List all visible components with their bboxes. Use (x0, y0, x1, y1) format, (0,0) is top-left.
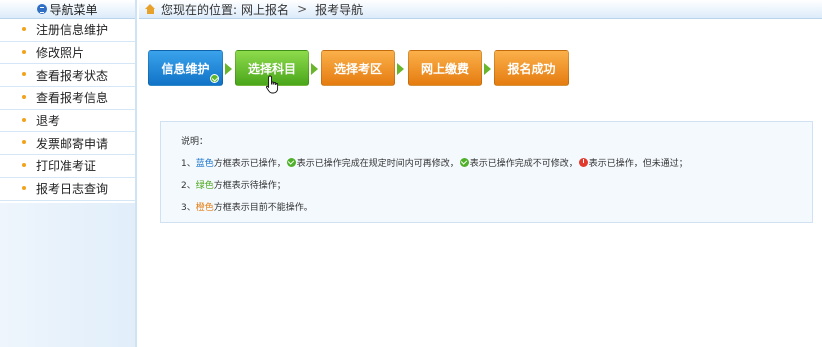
step-registration-success[interactable]: 报名成功 (494, 50, 569, 86)
sidebar-item-label: 修改照片 (36, 46, 85, 61)
line-number: 2、 (181, 181, 196, 191)
home-icon (145, 4, 156, 14)
sidebar-item-label: 注册信息维护 (36, 23, 109, 38)
instructions-heading-text: 说明： (181, 137, 209, 147)
instructions-panel: 说明： 1、 蓝色 方框表示已操作， 表示已操作完成在规定时间内可再修改， 表示… (160, 121, 813, 223)
breadcrumb-level1[interactable]: 网上报名 (241, 1, 289, 18)
line-text: 方框表示已操作， (213, 159, 286, 169)
sidebar-item-register-info[interactable]: 注册信息维护 (0, 19, 135, 42)
color-word-blue: 蓝色 (195, 159, 214, 169)
line-text: 方框表示待操作； (213, 181, 286, 191)
line-number: 1、 (181, 159, 196, 169)
step-label: 报名成功 (507, 61, 556, 76)
breadcrumb-level2: 报考导航 (315, 2, 364, 17)
sidebar-item-invoice-mail[interactable]: 发票邮寄申请 (0, 132, 135, 156)
bullet-icon (22, 72, 26, 77)
sidebar-item-view-status[interactable]: 查看报考状态 (0, 64, 135, 88)
arrow-right-icon (311, 63, 318, 75)
arrow-right-icon (397, 63, 404, 75)
bullet-icon (22, 49, 26, 54)
hand-cursor-icon (265, 75, 279, 94)
nav-list: 注册信息维护 修改照片 查看报考状态 查看报考信息 退考 发票邮寄申请 打印准考… (0, 19, 135, 201)
color-word-green: 绿色 (195, 181, 214, 191)
error-icon (578, 158, 588, 167)
line-text: 表示已操作完成不可修改， (469, 159, 578, 169)
sidebar-item-edit-photo[interactable]: 修改照片 (0, 42, 135, 65)
color-word-orange: 橙色 (195, 203, 214, 213)
bullet-icon (22, 117, 26, 122)
step-select-exam-area[interactable]: 选择考区 (321, 50, 395, 86)
sidebar-item-label: 报考日志查询 (36, 182, 109, 197)
menu-icon (37, 4, 48, 14)
sidebar: 导航菜单 注册信息维护 修改照片 查看报考状态 查看报考信息 退考 发票邮寄申请… (0, 0, 137, 347)
instruction-line-1: 1、 蓝色 方框表示已操作， 表示已操作完成在规定时间内可再修改， 表示已操作完… (181, 156, 688, 169)
bullet-icon (22, 140, 26, 145)
step-label: 选择考区 (333, 61, 382, 76)
sidebar-item-label: 查看报考信息 (36, 91, 109, 106)
line-text: 表示已操作完成在规定时间内可再修改， (296, 159, 459, 169)
breadcrumb-prefix: 您现在的位置: (161, 2, 238, 17)
arrow-right-icon (484, 63, 491, 75)
check-icon (286, 158, 296, 167)
sidebar-item-print-ticket[interactable]: 打印准考证 (0, 155, 135, 178)
bullet-icon (22, 163, 26, 168)
breadcrumb-separator: > (297, 2, 308, 16)
arrow-right-icon (225, 63, 232, 75)
sidebar-item-label: 打印准考证 (36, 159, 97, 174)
check-icon (210, 74, 219, 83)
app-frame: 导航菜单 注册信息维护 修改照片 查看报考状态 查看报考信息 退考 发票邮寄申请… (0, 0, 822, 347)
check-icon (459, 158, 469, 167)
step-label: 信息维护 (161, 61, 210, 76)
instruction-line-2: 2、 绿色 方框表示待操作； (181, 178, 286, 191)
step-label: 网上缴费 (420, 61, 469, 76)
step-online-payment[interactable]: 网上缴费 (408, 50, 482, 86)
sidebar-background (0, 203, 135, 347)
breadcrumb: 您现在的位置: 网上报名 > 报考导航 (139, 0, 822, 19)
sidebar-item-label: 查看报考状态 (36, 68, 109, 83)
step-info-maintenance[interactable]: 信息维护 (148, 50, 223, 86)
line-text: 表示已操作，但未通过； (588, 159, 688, 169)
instructions-heading: 说明： (181, 134, 208, 147)
sidebar-item-label: 发票邮寄申请 (36, 136, 109, 151)
bullet-icon (22, 27, 26, 31)
instruction-line-3: 3、 橙色 方框表示目前不能操作。 (181, 200, 313, 213)
sidebar-item-withdraw[interactable]: 退考 (0, 110, 135, 133)
bullet-icon (22, 185, 26, 190)
sidebar-item-view-info[interactable]: 查看报考信息 (0, 87, 135, 110)
line-number: 3、 (181, 203, 196, 213)
line-text: 方框表示目前不能操作。 (213, 203, 313, 213)
sidebar-item-log-query[interactable]: 报考日志查询 (0, 178, 135, 201)
bullet-icon (22, 95, 26, 100)
sidebar-header: 导航菜单 (0, 0, 135, 19)
sidebar-title: 导航菜单 (49, 2, 98, 17)
sidebar-item-label: 退考 (36, 114, 61, 129)
step-label: 选择科目 (247, 61, 296, 76)
